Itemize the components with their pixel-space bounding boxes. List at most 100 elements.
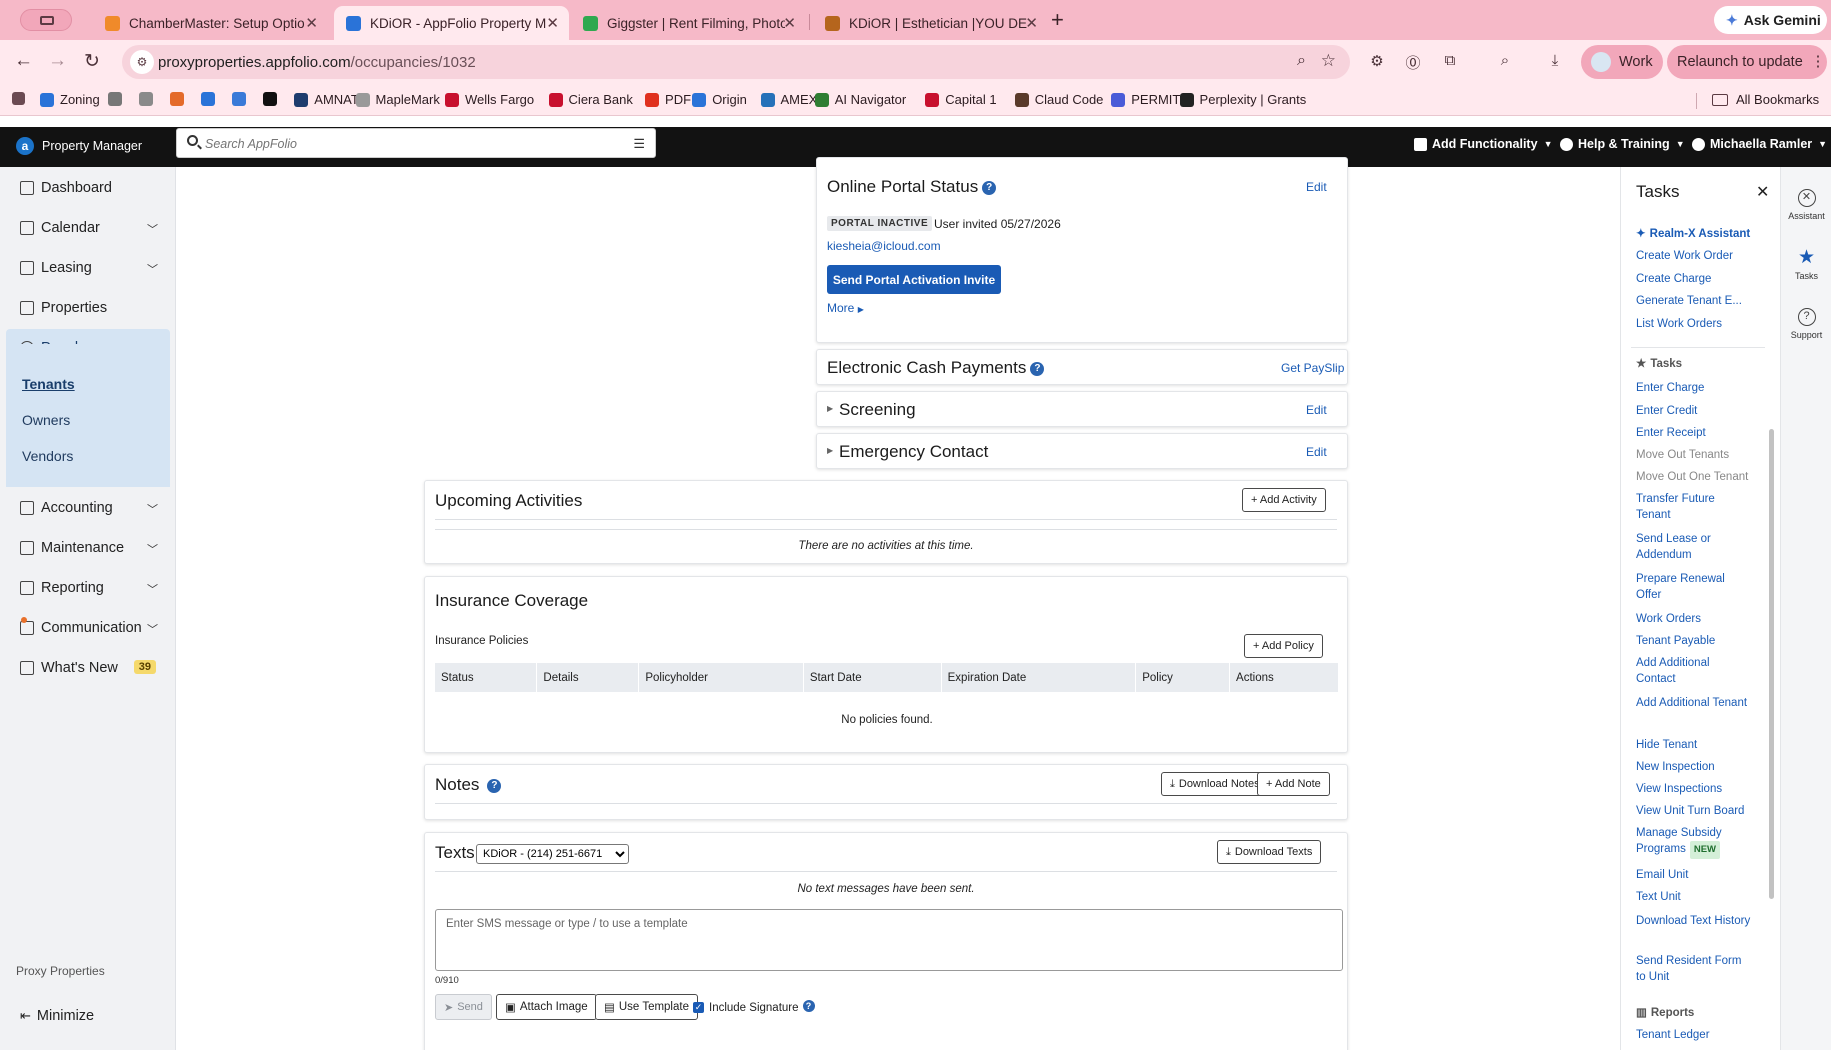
sidebar-item-what-s-new[interactable]: What's New 39 <box>6 649 170 687</box>
add-note-button[interactable]: + Add Note <box>1257 772 1330 796</box>
send-button[interactable]: ➤ Send <box>435 994 492 1020</box>
task-link[interactable]: Send Lease or Addendum <box>1636 531 1751 563</box>
realm-action-link[interactable]: Create Work Order <box>1636 248 1751 264</box>
attach-image-button[interactable]: ▣ Attach Image <box>496 994 597 1020</box>
chevron-down-icon[interactable]: ﹀ <box>147 501 158 517</box>
sidebar-item-leasing[interactable]: Leasing ﹀ <box>6 249 170 287</box>
help-icon[interactable]: ? <box>487 779 502 793</box>
sidebar-subitem-vendors[interactable]: Vendors <box>22 448 73 464</box>
task-link[interactable]: Download Text History <box>1636 913 1751 929</box>
close-icon[interactable]: ✕ <box>1756 182 1769 202</box>
bookmark-item[interactable]: Claud Code <box>1014 92 1103 107</box>
rail-item-assistant[interactable]: ✕ Assistant <box>1781 189 1831 221</box>
bookmark-item[interactable]: MapleMark <box>355 92 440 107</box>
search-filter-icon[interactable]: ☰ <box>633 136 645 152</box>
bookmark-item[interactable]: Capital 1 <box>925 92 997 107</box>
zoom-icon[interactable]: ⌕ <box>1297 52 1306 70</box>
bookmark-item[interactable] <box>108 92 123 106</box>
help-icon[interactable]: ? <box>982 181 997 195</box>
column-header[interactable]: Details <box>536 663 640 692</box>
task-link[interactable]: Enter Receipt <box>1636 425 1751 441</box>
brand[interactable]: a Property Manager <box>16 137 142 155</box>
user-menu[interactable]: Michaella Ramler ▼ <box>1692 137 1827 151</box>
browser-tab[interactable]: Giggster | Rent Filming, Photo ✕ <box>571 6 806 40</box>
send-portal-invite-button[interactable]: Send Portal Activation Invite <box>827 265 1001 294</box>
column-header[interactable]: Actions <box>1229 663 1339 692</box>
bookmark-item[interactable]: PERMIT <box>1111 92 1180 107</box>
browser-tab[interactable]: KDiOR | Esthetician |YOU DEF ✕ <box>813 6 1048 40</box>
expand-caret-icon[interactable]: ▶ <box>827 404 833 413</box>
emergency-contact-card[interactable]: ▶ Emergency Contact Edit <box>816 433 1348 469</box>
rail-item-support[interactable]: ? Support <box>1781 308 1831 340</box>
screening-card[interactable]: ▶ Screening Edit <box>816 391 1348 427</box>
column-header[interactable]: Policy <box>1135 663 1231 692</box>
close-tab-icon[interactable]: ✕ <box>546 14 559 32</box>
bookmark-item[interactable]: Zoning <box>40 92 100 107</box>
rail-item-tasks[interactable]: ★ Tasks <box>1781 248 1831 281</box>
task-link[interactable]: Manage Subsidy Programs NEW <box>1636 825 1751 859</box>
chevron-down-icon[interactable]: ﹀ <box>147 541 158 557</box>
password-manager-icon[interactable]: ⓪ <box>1403 52 1423 72</box>
task-link[interactable]: Text Unit <box>1636 889 1751 905</box>
bookmark-item[interactable]: Wells Fargo <box>445 92 534 107</box>
sidebar-item-dashboard[interactable]: Dashboard <box>6 169 170 207</box>
task-link[interactable]: New Inspection <box>1636 759 1751 775</box>
download-texts-button[interactable]: ⤓ Download Texts <box>1217 840 1322 864</box>
bookmark-item[interactable] <box>170 92 185 106</box>
all-bookmarks-button[interactable]: All Bookmarks <box>1712 92 1819 107</box>
task-link[interactable]: Add Additional Tenant <box>1636 695 1751 711</box>
screening-edit-link[interactable]: Edit <box>1306 403 1327 417</box>
sidebar-item-calendar[interactable]: Calendar ﹀ <box>6 209 170 247</box>
url-text[interactable]: proxyproperties.appfolio.com/occupancies… <box>158 54 476 71</box>
profile-button[interactable]: Work <box>1581 45 1663 79</box>
apps-grid-icon[interactable] <box>12 92 25 105</box>
sidebar-item-properties[interactable]: Properties <box>6 289 170 327</box>
task-link[interactable]: View Unit Turn Board <box>1636 803 1751 819</box>
bookmark-item[interactable] <box>201 92 216 106</box>
task-link[interactable]: Work Orders <box>1636 611 1751 627</box>
browser-tab[interactable]: KDiOR - AppFolio Property M ✕ <box>334 6 569 40</box>
bookmark-item[interactable]: Ciera Bank <box>548 92 633 107</box>
search-input[interactable] <box>205 134 605 154</box>
portal-edit-link[interactable]: Edit <box>1306 180 1327 194</box>
column-header[interactable]: Expiration Date <box>941 663 1137 692</box>
close-tab-icon[interactable]: ✕ <box>1025 14 1038 32</box>
emergency-edit-link[interactable]: Edit <box>1306 445 1327 459</box>
bookmark-item[interactable]: AMEX <box>760 92 817 107</box>
realm-action-link[interactable]: Create Charge <box>1636 271 1751 287</box>
tasks-scrollbar[interactable] <box>1769 429 1774 899</box>
download-icon[interactable]: ⤓ <box>1545 52 1565 72</box>
task-link[interactable]: Tenant Payable <box>1636 633 1751 649</box>
sms-message-input[interactable] <box>435 909 1343 971</box>
bookmark-item[interactable]: AMNAT <box>294 92 359 107</box>
address-bar[interactable]: ⚙ proxyproperties.appfolio.com/occupanci… <box>122 45 1350 79</box>
bookmark-item[interactable] <box>232 92 247 106</box>
add-policy-button[interactable]: + Add Policy <box>1244 634 1323 658</box>
kebab-menu-icon[interactable]: ⋮ <box>1811 54 1826 70</box>
task-link[interactable]: Prepare Renewal Offer <box>1636 571 1751 603</box>
add-activity-button[interactable]: + Add Activity <box>1242 488 1326 512</box>
task-link[interactable]: Enter Credit <box>1636 403 1751 419</box>
sidebar-subitem-owners[interactable]: Owners <box>22 412 70 428</box>
sidebar-item-communication[interactable]: Communication ﹀ <box>6 609 170 647</box>
include-signature-checkbox[interactable]: ✓ <box>693 1002 704 1013</box>
sidebar-subitem-tenants[interactable]: Tenants <box>22 376 75 392</box>
column-header[interactable]: Start Date <box>803 663 942 692</box>
column-header[interactable]: Policyholder <box>638 663 804 692</box>
back-icon[interactable]: ← <box>14 50 33 72</box>
close-tab-icon[interactable]: ✕ <box>783 14 796 32</box>
chevron-down-icon[interactable]: ﹀ <box>147 581 158 597</box>
relaunch-button[interactable]: Relaunch to update ⋮ <box>1667 45 1827 79</box>
bookmark-item[interactable]: PDF <box>645 92 691 107</box>
bookmark-item[interactable]: Origin <box>692 92 747 107</box>
task-link[interactable]: Add Additional Contact <box>1636 655 1751 687</box>
close-tab-icon[interactable]: ✕ <box>305 14 318 32</box>
sidebar-item-reporting[interactable]: Reporting ﹀ <box>6 569 170 607</box>
bookmark-star-icon[interactable]: ☆ <box>1321 51 1336 71</box>
task-link[interactable]: Enter Charge <box>1636 380 1751 396</box>
forward-icon[interactable]: → <box>48 50 67 72</box>
sidebar-item-maintenance[interactable]: Maintenance ﹀ <box>6 529 170 567</box>
extension-icon[interactable]: ⚙ <box>1367 52 1387 72</box>
help-icon[interactable]: ? <box>802 1000 815 1012</box>
browser-tab[interactable]: ChamberMaster: Setup Optio ✕ <box>93 6 328 40</box>
